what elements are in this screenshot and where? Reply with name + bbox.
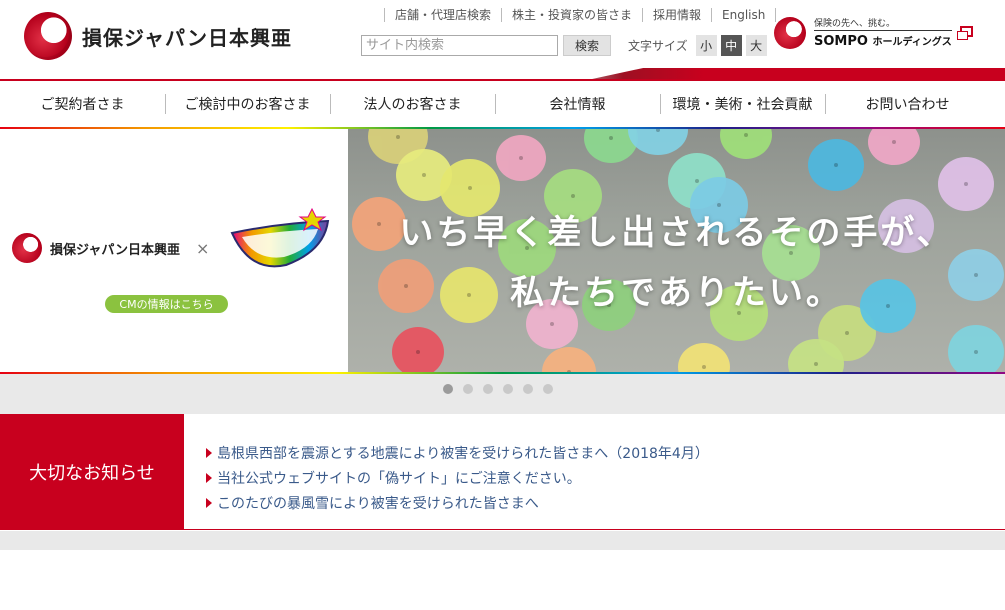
slide-dot-3[interactable] (483, 384, 493, 394)
notice-link[interactable]: 当社公式ウェブサイトの「偽サイト」にご注意ください。 (217, 468, 581, 488)
holdings-text: 保険の先へ、挑む。 SOMPO ホールディングス (814, 16, 952, 49)
cm-brand-name: 損保ジャパン日本興亜 (50, 242, 181, 258)
font-size-medium-button[interactable]: 中 (720, 35, 742, 56)
cm-brand-mark-icon (12, 233, 42, 263)
slider-pager (443, 384, 563, 394)
nav-item-prospects[interactable]: ご検討中のお客さま (165, 81, 330, 127)
header: 損保ジャパン日本興亜 店舗・代理店検索 株主・投資家の皆さま 採用情報 Engl… (0, 0, 1005, 81)
site-search: 検索 (361, 35, 611, 56)
hero-banner[interactable]: 損保ジャパン日本興亜 × CMの情報はこちら いち早く差し出されるその手が、 私… (0, 129, 1005, 372)
notice-item[interactable]: 当社公式ウェブサイトの「偽サイト」にご注意ください。 (206, 465, 709, 490)
holdings-name: SOMPO ホールディングス (814, 33, 952, 49)
sompo-holdings-logo[interactable]: 保険の先へ、挑む。 SOMPO ホールディングス (774, 16, 952, 49)
notice-item[interactable]: このたびの暴風雪により被害を受けられた皆さまへ (206, 490, 709, 515)
hero-copy-line2: 私たちでありたい。 (510, 273, 843, 313)
brand-mark-icon (24, 12, 72, 60)
font-size-switcher: 文字サイズ 小 中 大 (628, 35, 767, 56)
slide-dot-1[interactable] (443, 384, 453, 394)
font-size-small-button[interactable]: 小 (695, 35, 717, 56)
cm-brand-logo: 損保ジャパン日本興亜 (12, 233, 180, 263)
logo-text: 損保ジャパン日本興亜 (82, 25, 292, 50)
notice-title: 大切なお知らせ (0, 414, 184, 530)
sompo-japan-logo[interactable]: 損保ジャパン日本興亜 (24, 12, 292, 60)
notice-link[interactable]: 島根県西部を震源とする地震により被害を受けられた皆さまへ（2018年4月） (217, 443, 709, 463)
util-link-investors[interactable]: 株主・投資家の皆さま (501, 8, 642, 22)
holdings-tagline: 保険の先へ、挑む。 (814, 16, 952, 31)
holdings-mark-icon (774, 16, 806, 49)
holdings-name-main: SOMPO (814, 34, 868, 49)
notice-link[interactable]: このたびの暴風雪により被害を受けられた皆さまへ (217, 493, 539, 513)
notice-list: 島根県西部を震源とする地震により被害を受けられた皆さまへ（2018年4月） 当社… (184, 414, 709, 529)
nav-item-policyholders[interactable]: ご契約者さま (0, 81, 165, 127)
collab-cross: × (196, 239, 210, 258)
arrow-right-icon (206, 472, 212, 483)
cm-info-button[interactable]: CMの情報はこちら (105, 295, 228, 313)
util-link-english[interactable]: English (711, 8, 777, 22)
slide-dot-2[interactable] (463, 384, 473, 394)
external-window-icon (957, 26, 973, 40)
search-input[interactable] (361, 35, 558, 56)
slide-dot-4[interactable] (503, 384, 513, 394)
font-size-large-button[interactable]: 大 (745, 35, 767, 56)
holdings-name-suffix: ホールディングス (872, 37, 952, 48)
search-button[interactable]: 検索 (563, 35, 611, 56)
hero-photo-umbrellas: いち早く差し出されるその手が、 私たちでありたい。 (348, 129, 1005, 372)
arrow-right-icon (206, 497, 212, 508)
utility-links: 店舗・代理店検索 株主・投資家の皆さま 採用情報 English (384, 8, 777, 22)
nav-item-contact[interactable]: お問い合わせ (825, 81, 990, 127)
cm-panel: 損保ジャパン日本興亜 × CMの情報はこちら (0, 129, 348, 372)
util-link-store-search[interactable]: 店舗・代理店検索 (384, 8, 501, 22)
notice-item[interactable]: 島根県西部を震源とする地震により被害を受けられた皆さまへ（2018年4月） (206, 440, 709, 465)
font-size-label: 文字サイズ (628, 39, 688, 53)
arrow-right-icon (206, 447, 212, 458)
slide-dot-6[interactable] (543, 384, 553, 394)
nav-item-corporate[interactable]: 法人のお客さま (330, 81, 495, 127)
slide-dot-5[interactable] (523, 384, 533, 394)
greeeen-logo-icon (230, 207, 330, 268)
section-gap-band (0, 531, 1005, 550)
util-link-recruit[interactable]: 採用情報 (642, 8, 711, 22)
important-notice: 大切なお知らせ 島根県西部を震源とする地震により被害を受けられた皆さまへ（201… (0, 412, 1005, 530)
nav-item-company-info[interactable]: 会社情報 (495, 81, 660, 127)
nav-item-csr[interactable]: 環境・美術・社会貢献 (660, 81, 825, 127)
global-nav: ご契約者さま ご検討中のお客さま 法人のお客さま 会社情報 環境・美術・社会貢献… (0, 81, 1005, 127)
hero-copy-line1: いち早く差し出されるその手が、 (399, 213, 954, 253)
